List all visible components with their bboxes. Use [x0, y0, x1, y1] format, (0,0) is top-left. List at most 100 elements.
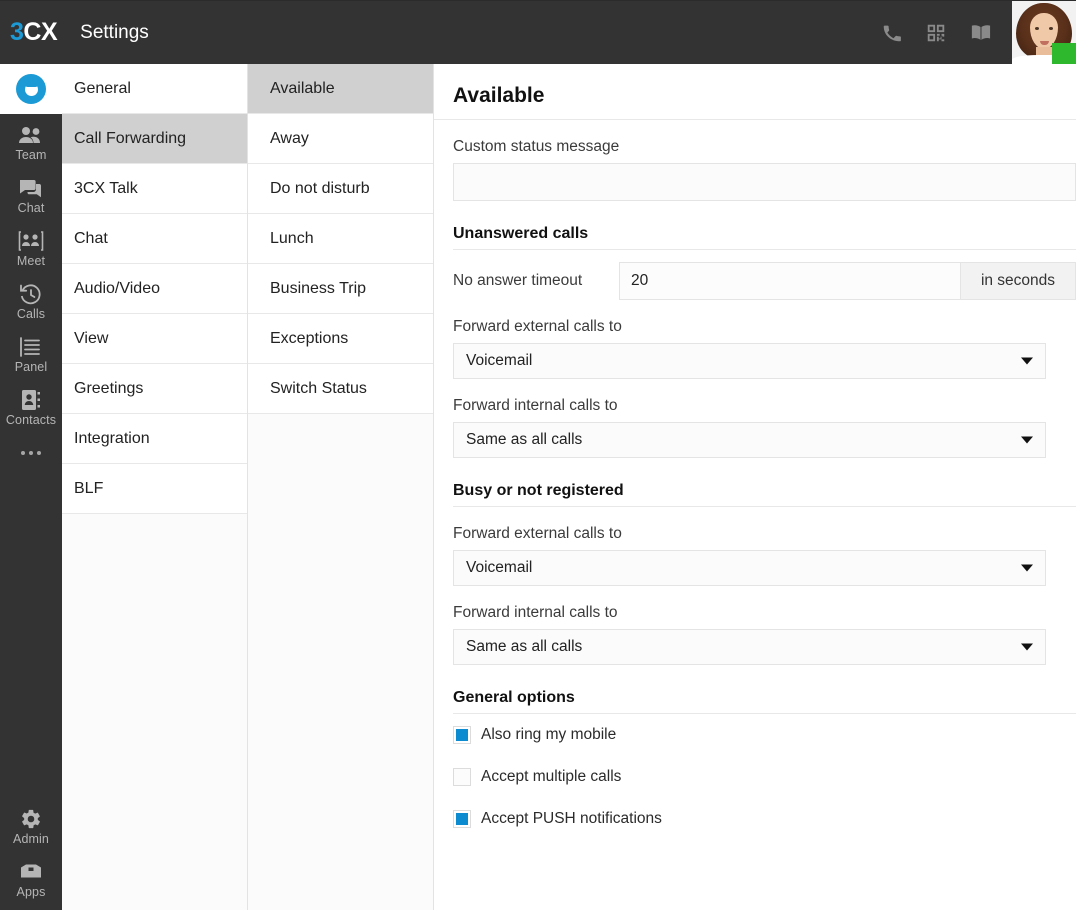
option-accept-push-notifications[interactable]: Accept PUSH notifications: [453, 798, 1076, 840]
3cx-logo: 3CX: [10, 18, 58, 47]
section-label: BLF: [74, 479, 104, 497]
logo-3: 3: [10, 18, 24, 46]
sidebar-more-button[interactable]: [0, 432, 62, 474]
section-label: 3CX Talk: [74, 179, 138, 197]
sidebar-label-contacts: Contacts: [5, 413, 57, 427]
chevron-down-icon: [1021, 643, 1033, 651]
sidebar-bottom: Admin Apps: [0, 798, 62, 910]
select-value: Same as all calls: [466, 431, 583, 448]
status-item-do-not-disturb[interactable]: Do not disturb: [248, 164, 433, 214]
status-item-away[interactable]: Away: [248, 114, 433, 164]
no-answer-timeout-label: No answer timeout: [453, 272, 583, 289]
top-bar: 3CX Settings: [0, 0, 1076, 65]
sidebar-item-contacts[interactable]: Contacts: [0, 379, 62, 432]
sidebar-item-admin[interactable]: Admin: [0, 798, 62, 851]
avatar[interactable]: [1012, 0, 1076, 65]
sidebar-label-meet: Meet: [16, 254, 46, 268]
checkbox-accept-multiple-calls[interactable]: [453, 768, 471, 786]
option-accept-multiple-calls[interactable]: Accept multiple calls: [453, 756, 1076, 798]
section-label: Integration: [74, 429, 150, 447]
sidebar-item-team[interactable]: Team: [0, 114, 62, 167]
phonebook-icon[interactable]: [958, 1, 1002, 65]
content-title: Available: [453, 84, 545, 107]
custom-status-input[interactable]: [453, 163, 1076, 201]
sidebar-item-integration[interactable]: Integration: [62, 414, 247, 464]
section-label: General: [74, 79, 131, 97]
sidebar-item-3cx-talk[interactable]: 3CX Talk: [62, 164, 247, 214]
more-dot: [29, 451, 33, 455]
option-label: Also ring my mobile: [481, 726, 617, 743]
3cx-app-logo[interactable]: [0, 64, 62, 114]
status-profiles-list: Available Away Do not disturb Lunch Busi…: [248, 64, 434, 910]
no-answer-timeout-suffix: in seconds: [961, 262, 1076, 300]
qr-code-icon[interactable]: [914, 1, 958, 65]
body: Team Chat Meet Calls Panel Contacts Admi…: [0, 64, 1076, 910]
sidebar-item-calls[interactable]: Calls: [0, 273, 62, 326]
status-label: Do not disturb: [270, 179, 370, 197]
chevron-down-icon: [1021, 357, 1033, 365]
busy-external-select[interactable]: Voicemail: [453, 550, 1046, 586]
option-label: Accept PUSH notifications: [481, 810, 662, 827]
status-badge: [1052, 42, 1076, 65]
sidebar-item-chat-settings[interactable]: Chat: [62, 214, 247, 264]
no-answer-timeout-input[interactable]: 20: [619, 262, 961, 300]
busy-external-label: Forward external calls to: [453, 525, 622, 542]
sidebar-label-panel: Panel: [14, 360, 48, 374]
left-nav-rail: Team Chat Meet Calls Panel Contacts Admi…: [0, 64, 62, 910]
unanswered-external-label: Forward external calls to: [453, 318, 622, 335]
status-item-business-trip[interactable]: Business Trip: [248, 264, 433, 314]
sidebar-item-view[interactable]: View: [62, 314, 247, 364]
sidebar-item-chat[interactable]: Chat: [0, 167, 62, 220]
sidebar-label-team: Team: [15, 148, 47, 162]
busy-internal-label: Forward internal calls to: [453, 604, 618, 621]
sidebar-item-apps[interactable]: Apps: [0, 851, 62, 904]
unanswered-external-select[interactable]: Voicemail: [453, 343, 1046, 379]
panel-icon: [18, 335, 44, 359]
sidebar-item-general[interactable]: General: [62, 64, 247, 114]
unanswered-calls-heading: Unanswered calls: [453, 225, 589, 242]
section-divider: [453, 249, 1076, 250]
status-item-exceptions[interactable]: Exceptions: [248, 314, 433, 364]
sidebar-label-calls: Calls: [16, 307, 46, 321]
status-label: Available: [270, 79, 335, 97]
status-label: Lunch: [270, 229, 314, 247]
checkbox-accept-push-notifications[interactable]: [453, 810, 471, 828]
checkbox-also-ring-my-mobile[interactable]: [453, 726, 471, 744]
contacts-icon: [20, 388, 42, 412]
busy-internal-select[interactable]: Same as all calls: [453, 629, 1046, 665]
phone-icon[interactable]: [870, 1, 914, 65]
select-value: Voicemail: [466, 559, 533, 576]
sidebar-item-meet[interactable]: Meet: [0, 220, 62, 273]
no-answer-timeout-group: No answer timeout 20 in seconds: [453, 262, 1076, 300]
section-label: Greetings: [74, 379, 144, 397]
sidebar-label-apps: Apps: [16, 885, 46, 899]
sidebar-item-call-forwarding[interactable]: Call Forwarding: [62, 114, 247, 164]
option-label: Accept multiple calls: [481, 768, 622, 785]
section-label: Audio/Video: [74, 279, 160, 297]
status-label: Switch Status: [270, 379, 367, 397]
status-label: Business Trip: [270, 279, 367, 297]
status-label: Exceptions: [270, 329, 349, 347]
busy-heading: Busy or not registered: [453, 482, 624, 499]
topbar-actions: [870, 0, 1076, 65]
brand: 3CX Settings: [0, 18, 149, 47]
sidebar-item-audio-video[interactable]: Audio/Video: [62, 264, 247, 314]
section-label: Call Forwarding: [74, 129, 187, 147]
status-item-switch-status[interactable]: Switch Status: [248, 364, 433, 414]
more-dot: [37, 451, 41, 455]
sidebar-item-greetings[interactable]: Greetings: [62, 364, 247, 414]
team-icon: [18, 123, 44, 147]
more-dot: [21, 451, 25, 455]
settings-sections-list: General Call Forwarding 3CX Talk Chat Au…: [62, 64, 248, 910]
sidebar-label-admin: Admin: [13, 832, 49, 846]
sidebar-item-panel[interactable]: Panel: [0, 326, 62, 379]
option-also-ring-my-mobile[interactable]: Also ring my mobile: [453, 714, 1076, 756]
select-value: Voicemail: [466, 352, 533, 369]
app-logo-icon: [16, 74, 46, 104]
status-label: Away: [270, 129, 309, 147]
unanswered-internal-select[interactable]: Same as all calls: [453, 422, 1046, 458]
status-item-available[interactable]: Available: [248, 64, 433, 114]
section-label: Chat: [74, 229, 108, 247]
status-item-lunch[interactable]: Lunch: [248, 214, 433, 264]
sidebar-item-blf[interactable]: BLF: [62, 464, 247, 514]
